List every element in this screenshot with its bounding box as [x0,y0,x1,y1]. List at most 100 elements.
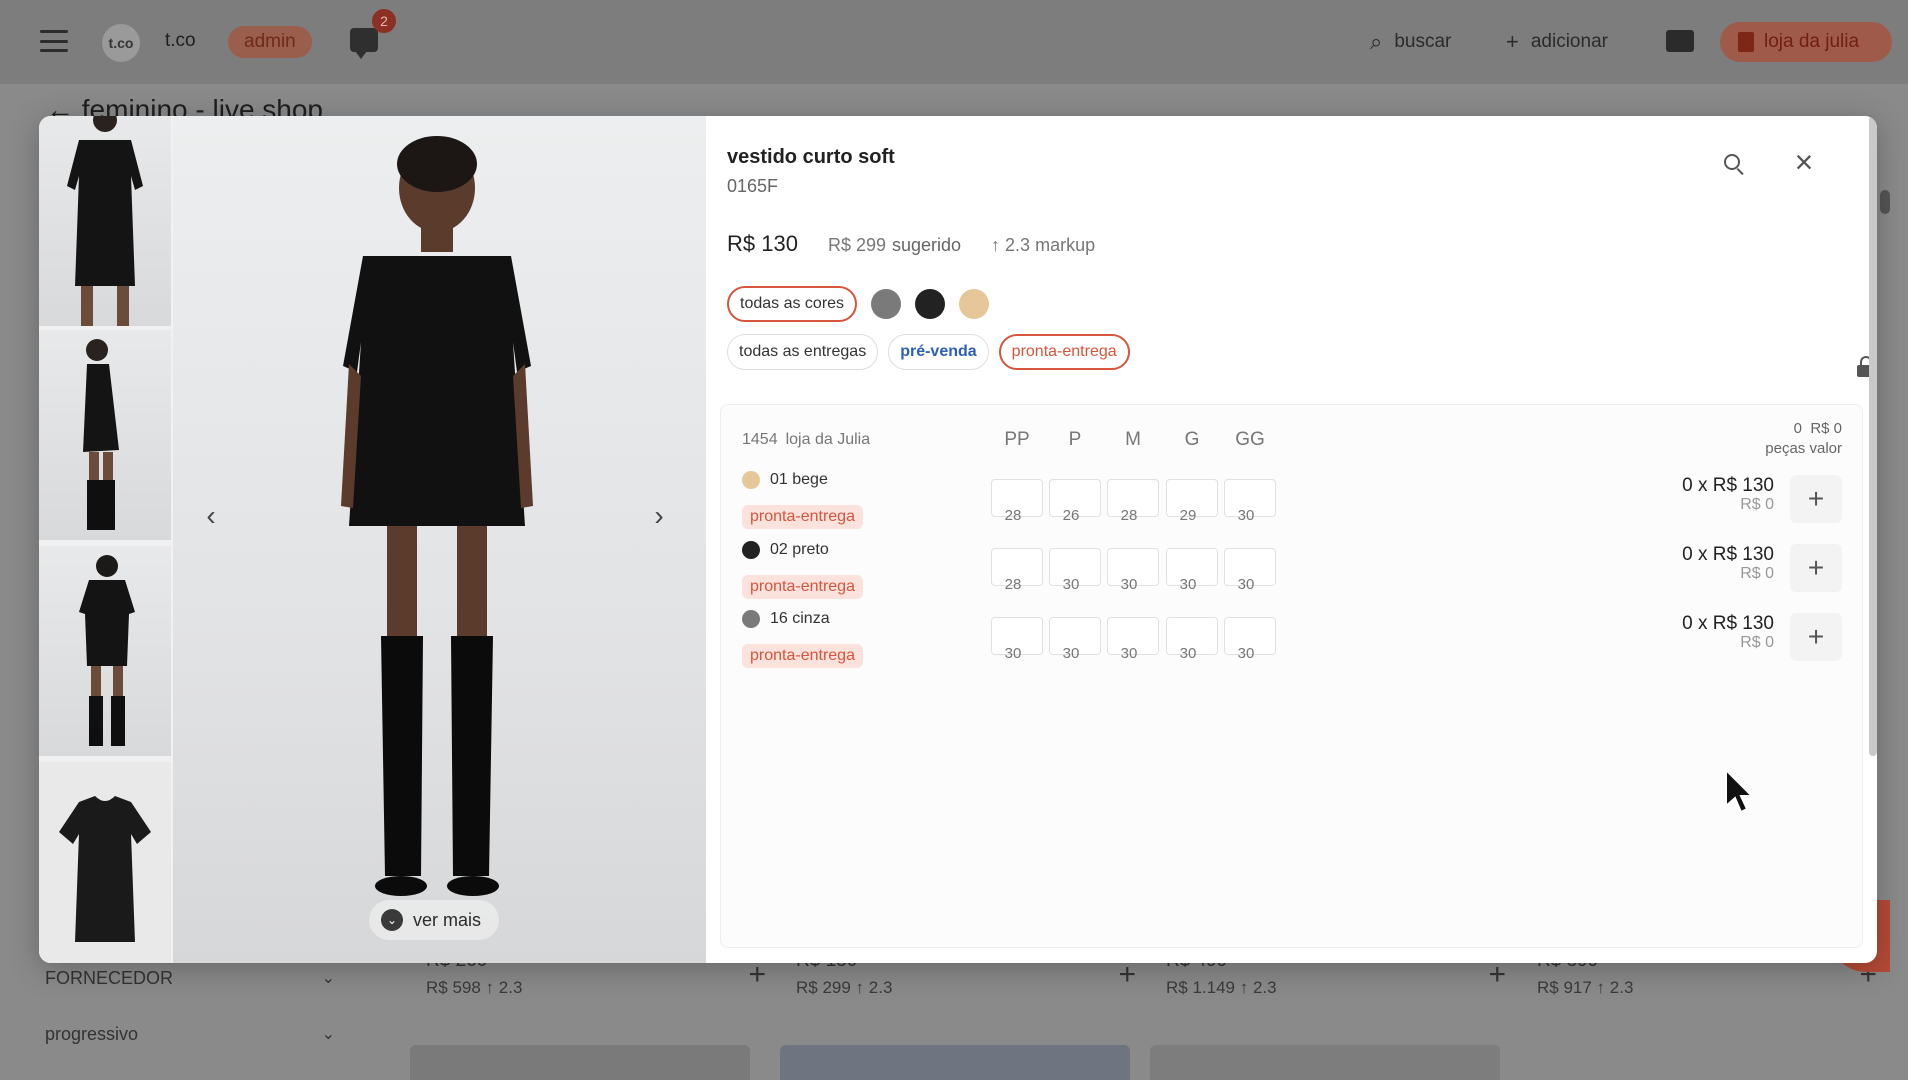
stock-count: 30 [1062,645,1080,662]
suggested-price: R$ 299 sugerido [828,235,961,256]
menu-icon[interactable] [40,30,68,52]
price-row: R$ 130 R$ 299 sugerido ↑ 2.3 markup [727,231,1095,257]
suggested-label: sugerido [892,235,962,255]
stock-count: 30 [1237,576,1255,593]
store-name: loja da Julia [785,431,871,448]
total-value-label: valor [1809,440,1842,457]
stock-count: 28 [1004,576,1022,593]
row-add-button[interactable]: + [1790,613,1842,661]
order-totals: 0 R$ 0 peças valor [1765,419,1842,459]
delivery-tag: pronta-entrega [742,505,863,529]
total-value: R$ 0 [1810,420,1842,437]
ver-mais-button[interactable]: ⌄ ver mais [369,900,500,940]
thumbnail-strip [39,116,173,963]
product-thumbnail[interactable] [780,1045,1130,1080]
modal-scrollbar[interactable] [1869,116,1877,756]
filter-label: progressivo [45,1024,139,1044]
close-button[interactable]: × [1788,143,1820,180]
total-count: 0 [1793,420,1802,437]
color-row-label: 02 preto [742,541,829,559]
pre-sale-chip[interactable]: pré-venda [888,334,989,370]
prev-image-button[interactable]: ‹ [195,500,227,532]
filter-fornecedor[interactable]: FORNECEDOR ⌄ [45,968,335,989]
row-subtotal: R$ 0 [1740,634,1774,651]
suggested-price-value: R$ 299 [827,235,886,255]
add-top-button[interactable]: + adicionar [1506,28,1608,56]
filter-label: FORNECEDOR [45,968,174,988]
dress-flat-image [59,796,151,942]
main-product-image[interactable]: ‹ › ⌄ ver mais [173,116,706,963]
app-name: t.co [165,30,196,51]
all-colors-chip[interactable]: todas as cores [727,286,858,322]
ticket-icon[interactable] [1666,30,1694,52]
color-name: 01 bege [770,471,828,488]
admin-badge[interactable]: admin [228,26,312,58]
thumbnail-front[interactable] [39,116,171,326]
size-header: G [1184,429,1200,450]
ver-mais-label: ver mais [413,909,482,930]
chat-badge: 2 [372,9,396,33]
delivery-tag: pronta-entrega [742,644,863,668]
stock-count: 30 [1062,576,1080,593]
card-meta: R$ 917 ↑ 2.3 [1537,978,1634,997]
filter-progressivo[interactable]: progressivo ⌄ [45,1024,335,1045]
delivery-tag: pronta-entrega [742,575,863,599]
store-icon [1738,32,1754,52]
stock-count: 26 [1062,507,1080,524]
color-row-label: 16 cinza [742,610,830,628]
product-price: R$ 130 [727,231,798,256]
all-deliveries-chip[interactable]: todas as entregas [727,334,879,370]
card-add-icon[interactable]: + [1488,958,1506,992]
product-thumbnail[interactable] [1150,1045,1500,1080]
stock-count: 30 [1120,645,1138,662]
chat-icon[interactable] [350,28,378,59]
stock-count: 30 [1237,645,1255,662]
store-selector-label: loja da julia [1764,31,1860,52]
size-header: PP [1004,429,1030,450]
swatch-preto[interactable] [915,289,946,319]
plus-icon: + [1807,621,1825,652]
stock-count: 28 [1120,507,1138,524]
color-name: 02 preto [770,541,829,558]
card-add-icon[interactable]: + [1118,958,1136,992]
dress-side-image [83,339,119,530]
page-scrollbar[interactable] [1880,190,1890,214]
search-icon: ⌕ [1370,29,1383,54]
search-top-button[interactable]: ⌕ buscar [1370,28,1451,56]
search-button[interactable] [1716,146,1748,178]
next-image-button[interactable]: › [643,500,675,532]
product-modal: ‹ › ⌄ ver mais vestido curto soft 0165F … [39,116,1877,963]
size-header: M [1125,429,1141,450]
row-price: 0 x R$ 130 R$ 0 [1682,544,1774,582]
card-add-icon[interactable]: + [748,958,766,992]
row-add-button[interactable]: + [1790,475,1842,523]
stock-count: 29 [1179,507,1197,524]
row-price: 0 x R$ 130 R$ 0 [1682,475,1774,513]
thumbnail-back[interactable] [39,546,171,756]
app-logo[interactable]: t.co [102,24,140,62]
thumbnail-side[interactable] [39,330,171,540]
stock-count: 30 [1179,576,1197,593]
product-detail-panel: vestido curto soft 0165F × R$ 130 R$ 299… [706,116,1877,963]
row-unit-price: 0 x R$ 130 [1682,613,1774,634]
size-header: P [1068,429,1082,450]
product-code: 0165F [727,176,779,196]
search-top-label: buscar [1394,31,1452,52]
thumbnail-flat[interactable] [39,762,171,963]
ready-delivery-chip[interactable]: pronta-entrega [998,334,1130,370]
stock-count: 30 [1120,576,1138,593]
store-id: 1454 loja da Julia [742,431,870,449]
close-icon: × [1794,143,1814,180]
chevron-down-icon: ⌄ [381,909,403,931]
row-add-button[interactable]: + [1790,544,1842,592]
card-meta: R$ 598 ↑ 2.3 [426,978,523,997]
store-selector[interactable]: loja da julia [1720,22,1892,62]
row-subtotal: R$ 0 [1740,496,1774,513]
plus-icon: + [1807,483,1825,514]
size-header: GG [1235,429,1265,450]
swatch-bege[interactable] [959,289,990,319]
swatch-cinza[interactable] [871,289,902,319]
product-title: vestido curto soft [727,146,895,168]
app-bar: t.co t.co admin 2 ⌕ buscar + adicionar l… [0,0,1908,84]
product-thumbnail[interactable] [410,1045,750,1080]
